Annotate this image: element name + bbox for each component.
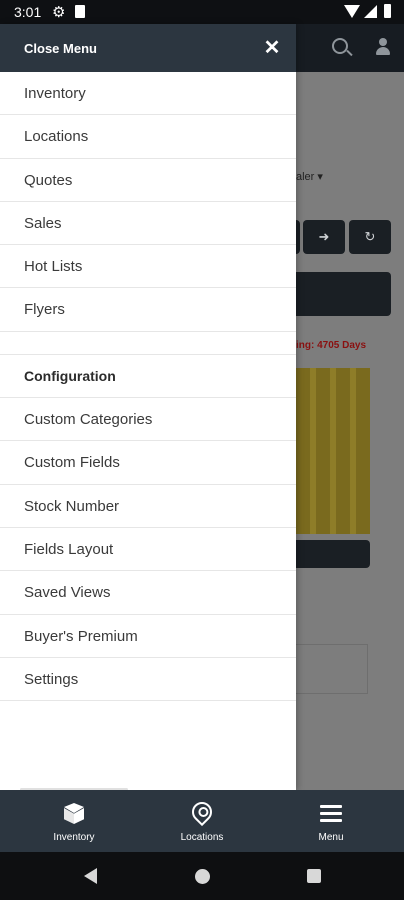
drawer-header[interactable]: Close Menu ✕	[0, 24, 296, 72]
nav-menu[interactable]: Menu	[264, 790, 398, 852]
navigation-drawer: Close Menu ✕ Inventory Locations Quotes …	[0, 24, 296, 791]
menu-item-quotes[interactable]: Quotes	[0, 159, 296, 202]
menu-item-label: Fields Layout	[24, 540, 114, 558]
background-box	[296, 644, 368, 694]
menu-item-label: Sales	[24, 214, 62, 232]
menu-item-label: Buyer's Premium	[24, 627, 138, 645]
nav-label: Menu	[318, 832, 344, 843]
refresh-icon: ↻	[349, 220, 391, 254]
close-icon[interactable]: ✕	[260, 36, 284, 60]
search-icon	[332, 38, 348, 54]
background-bar-2	[296, 540, 370, 568]
status-bar: 3:01 ⚙	[0, 0, 404, 24]
nav-label: Inventory	[53, 832, 95, 843]
battery-icon	[384, 4, 391, 18]
user-icon	[376, 38, 390, 56]
close-menu-label[interactable]: Close Menu	[24, 41, 97, 56]
menu-item-label: Stock Number	[24, 497, 120, 515]
nav-label: Locations	[180, 832, 224, 843]
menu-item-fields-layout[interactable]: Fields Layout	[0, 528, 296, 572]
menu-item-locations[interactable]: Locations	[0, 115, 296, 159]
recents-icon[interactable]	[307, 869, 321, 883]
menu-item-buyers-premium[interactable]: Buyer's Premium	[0, 615, 296, 658]
status-time: 3:01	[14, 4, 42, 20]
menu-item-label: Saved Views	[24, 584, 111, 602]
menu-item-sales[interactable]: Sales	[0, 202, 296, 246]
menu-item-custom-fields[interactable]: Custom Fields	[0, 441, 296, 485]
menu-item-settings[interactable]: Settings	[0, 658, 296, 702]
menu-item-label: Custom Fields	[24, 454, 120, 472]
signal-icon	[364, 5, 377, 18]
gear-icon: ⚙	[52, 4, 66, 21]
sd-card-icon	[75, 5, 85, 18]
menu-item-custom-categories[interactable]: Custom Categories	[0, 398, 296, 442]
menu-item-hot-lists[interactable]: Hot Lists	[0, 245, 296, 289]
nav-locations[interactable]: Locations	[135, 790, 269, 852]
menu-item-label: Quotes	[24, 171, 73, 189]
menu-item-label: Inventory	[24, 85, 86, 102]
menu-item-label: Flyers	[24, 301, 65, 319]
hamburger-icon	[320, 805, 342, 822]
menu-item-stock-number[interactable]: Stock Number	[0, 485, 296, 528]
back-icon[interactable]	[84, 868, 97, 884]
background-item-image	[296, 368, 370, 534]
bottom-nav: Inventory Locations Menu	[0, 790, 404, 852]
nav-inventory[interactable]: Inventory	[7, 790, 141, 852]
system-nav-bar	[0, 852, 404, 900]
map-pin-icon	[187, 797, 217, 827]
menu-item-inventory[interactable]: Inventory	[0, 72, 296, 116]
section-configuration: Configuration	[0, 355, 296, 399]
section-title: Configuration	[24, 367, 116, 384]
menu-item-saved-views[interactable]: Saved Views	[0, 571, 296, 615]
export-icon: ➜	[303, 220, 345, 254]
menu-item-label: Settings	[24, 670, 79, 688]
background-dealer-text: aler ▾	[296, 171, 323, 183]
menu-item-label: Locations	[24, 128, 89, 146]
background-bar	[296, 272, 391, 316]
menu-divider	[0, 332, 296, 355]
background-aging-text: ing: 4705 Days	[296, 340, 367, 351]
menu-item-flyers[interactable]: Flyers	[0, 288, 296, 332]
box-icon	[62, 802, 86, 826]
menu-item-label: Custom Categories	[24, 411, 153, 429]
wifi-icon	[344, 5, 360, 18]
home-icon[interactable]	[195, 869, 210, 884]
menu-item-label: Hot Lists	[24, 258, 83, 276]
